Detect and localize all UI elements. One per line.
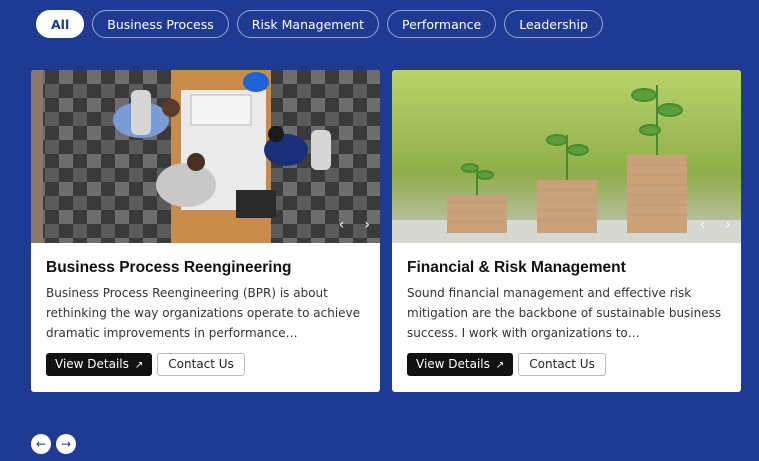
arrow-right-icon[interactable]: →: [56, 434, 76, 454]
filter-chip-all[interactable]: All: [36, 10, 85, 38]
filter-chip-business-process[interactable]: Business Process: [92, 10, 229, 38]
image-carousel-controls: ‹ ›: [700, 217, 731, 233]
external-link-icon: ↗: [134, 360, 144, 371]
image-carousel-controls: ‹ ›: [339, 217, 370, 233]
carousel-nav: ← →: [31, 434, 76, 454]
view-details-label: View Details: [55, 357, 129, 371]
card-actions: View Details ↗ Contact Us: [46, 353, 365, 376]
contact-us-button[interactable]: Contact Us: [518, 353, 606, 376]
filter-chip-leadership[interactable]: Leadership: [504, 10, 603, 38]
contact-us-button[interactable]: Contact Us: [157, 353, 245, 376]
card-description: Business Process Reengineering (BPR) is …: [46, 286, 361, 340]
service-card: ‹ › Financial & Risk Management Sound fi…: [392, 70, 741, 392]
external-link-icon: ↗: [495, 360, 505, 371]
chevron-left-icon[interactable]: ‹: [700, 217, 706, 233]
filter-chip-performance[interactable]: Performance: [387, 10, 497, 38]
chevron-right-icon[interactable]: ›: [725, 217, 731, 233]
card-image-coin-plants: ‹ ›: [392, 70, 741, 243]
card-actions: View Details ↗ Contact Us: [407, 353, 726, 376]
filter-chip-risk-management[interactable]: Risk Management: [236, 10, 379, 38]
service-card: ‹ › Business Process Reengineering Busin…: [31, 70, 380, 392]
arrow-left-icon[interactable]: ←: [31, 434, 51, 454]
card-description: Sound financial management and effective…: [407, 286, 722, 340]
card-image-team-meeting: ‹ ›: [31, 70, 380, 243]
view-details-label: View Details: [416, 357, 490, 371]
view-details-button[interactable]: View Details ↗: [46, 353, 153, 376]
chevron-right-icon[interactable]: ›: [364, 217, 370, 233]
card-title: Financial & Risk Management: [407, 259, 626, 276]
view-details-button[interactable]: View Details ↗: [407, 353, 514, 376]
filter-bar: All Business Process Risk Management Per…: [36, 10, 603, 38]
chevron-left-icon[interactable]: ‹: [339, 217, 345, 233]
card-title: Business Process Reengineering: [46, 259, 292, 276]
